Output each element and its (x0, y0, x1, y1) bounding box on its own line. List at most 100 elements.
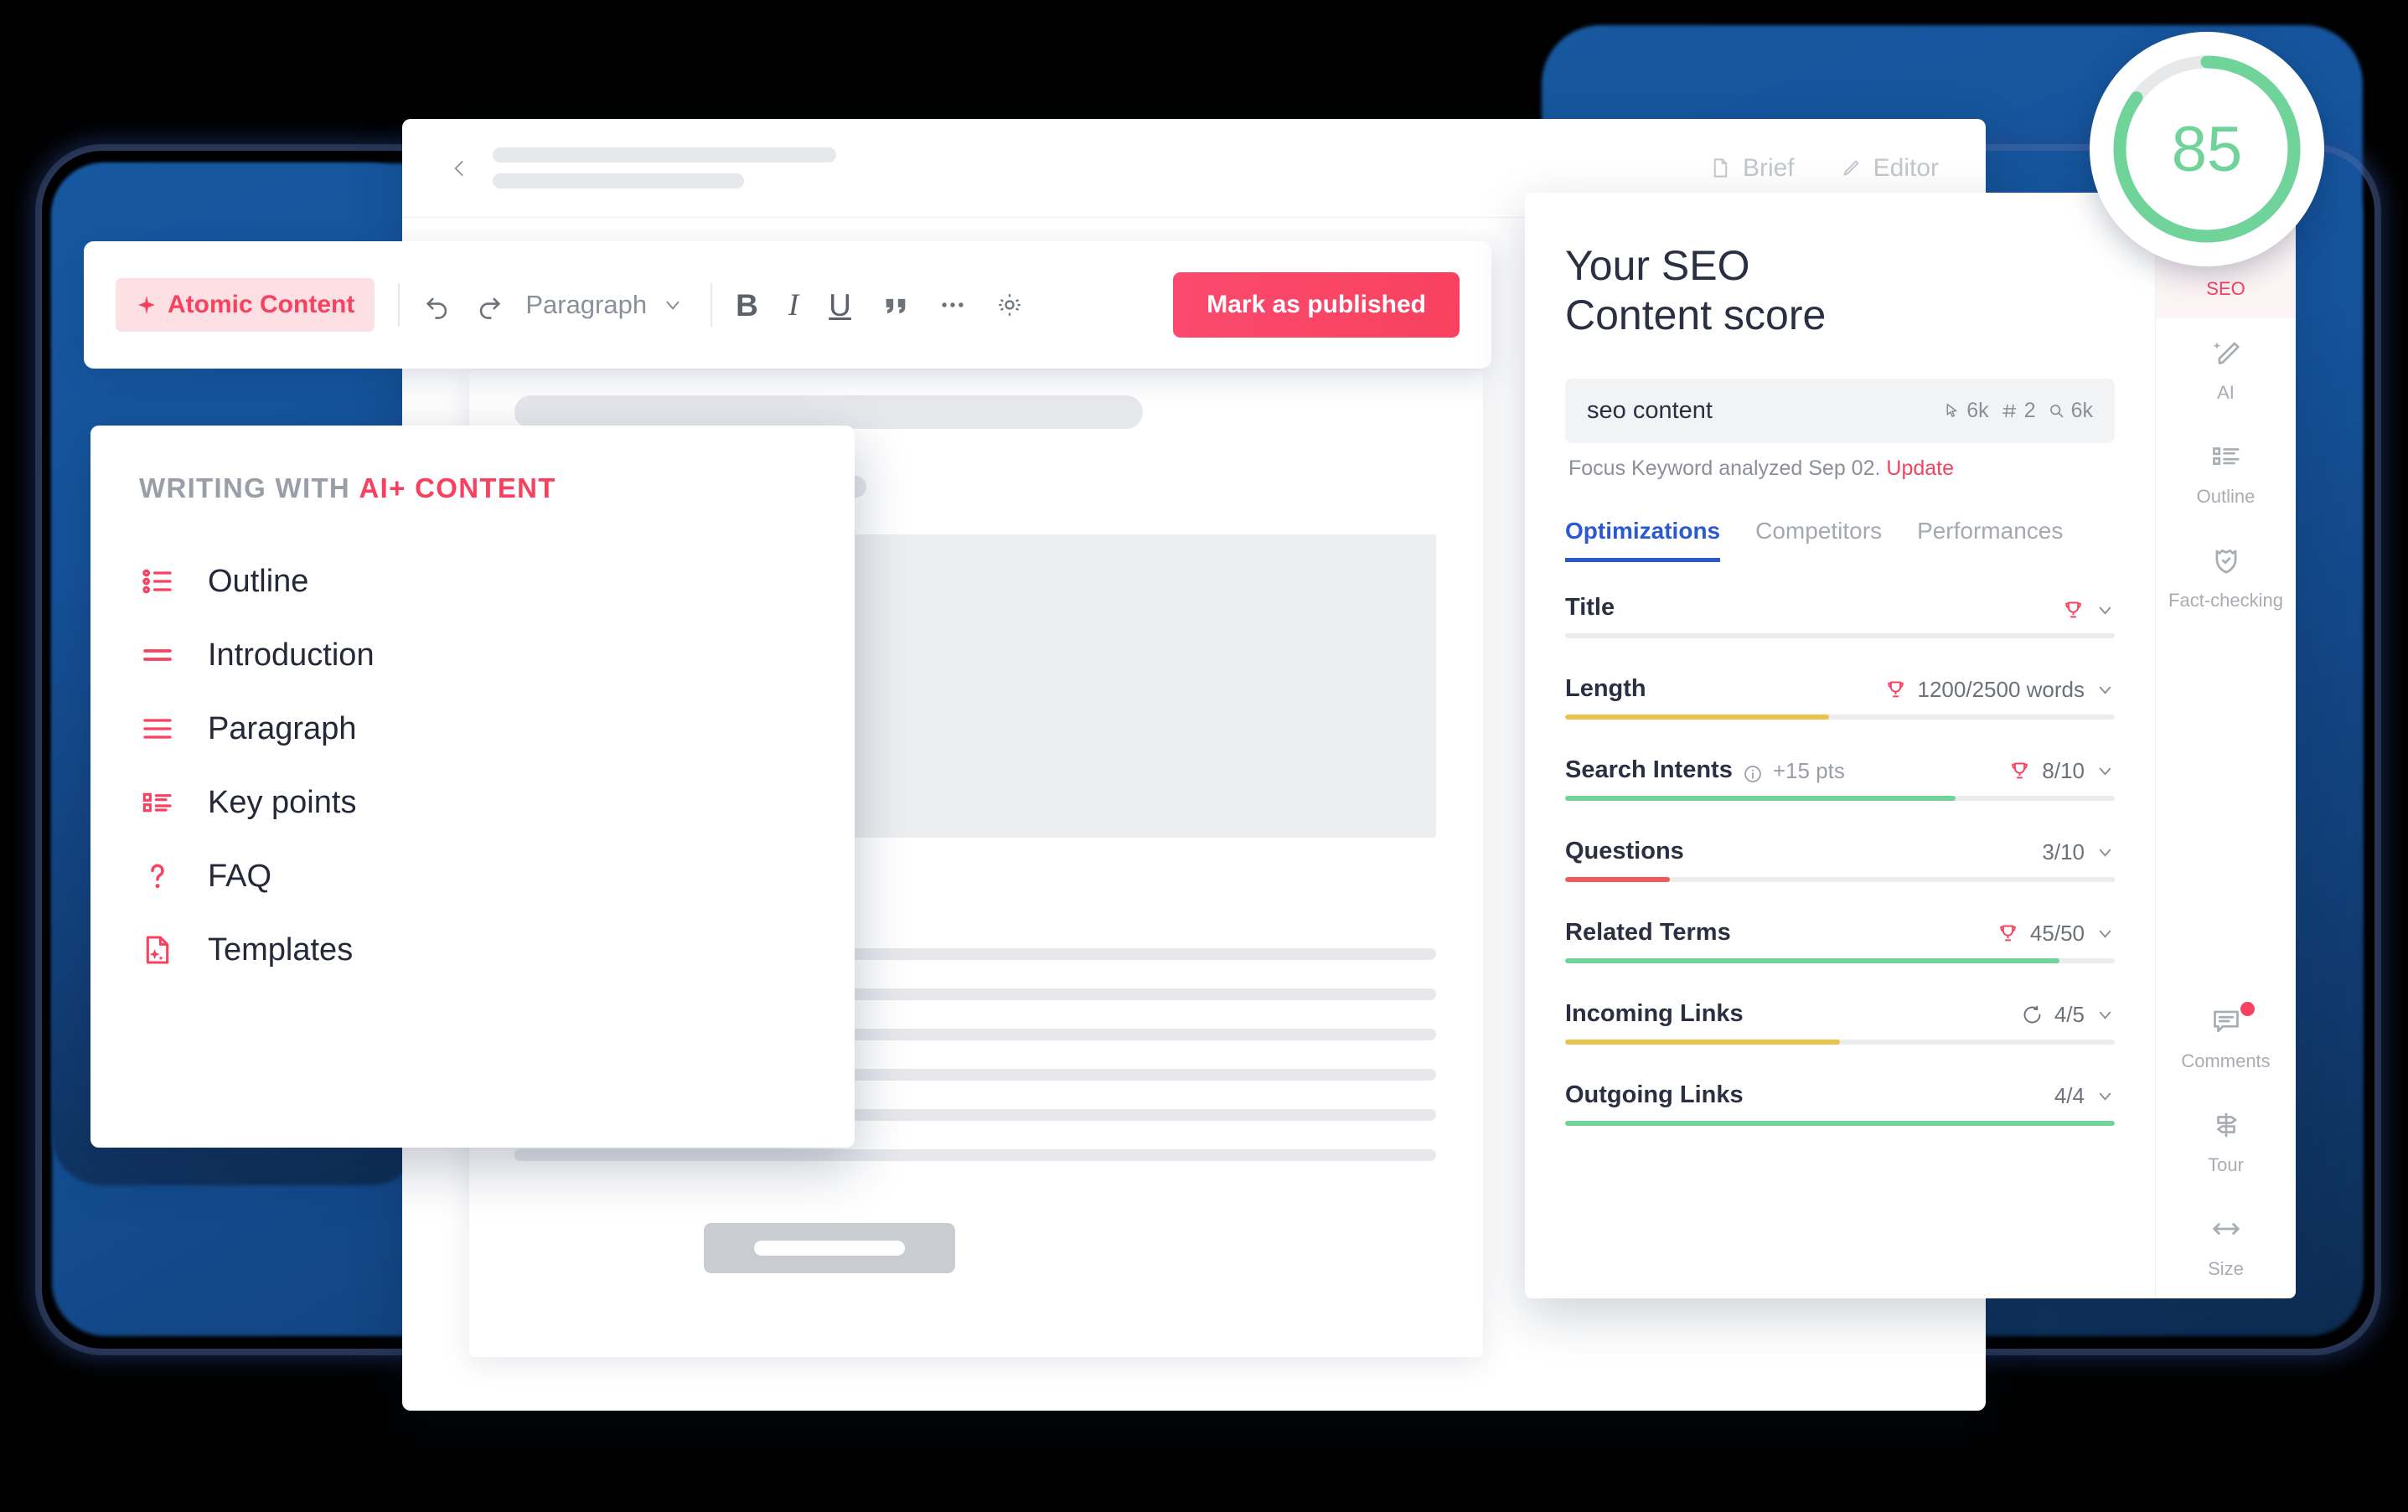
rail-item-fact-checking[interactable]: Fact-checking (2156, 526, 2297, 630)
rail-item-label: Fact-checking (2168, 590, 2283, 611)
toolbar-divider (398, 283, 400, 327)
optimization-row[interactable]: Search Intents +15 pts 8/10 (1565, 756, 2115, 801)
redo-button[interactable] (475, 291, 504, 319)
chevron-down-icon[interactable] (2095, 1086, 2115, 1106)
rail-item-size[interactable]: Size (2156, 1195, 2297, 1298)
optimization-row[interactable]: Length 1200/2500 words (1565, 675, 2115, 720)
focus-keyword-note: Focus Keyword analyzed Sep 02. Update (1568, 457, 2115, 481)
underline-label: U (829, 287, 851, 323)
optimization-row[interactable]: Incoming Links 4/5 (1565, 1000, 2115, 1045)
seo-tab-optimizations[interactable]: Optimizations (1565, 518, 1721, 562)
mark-as-published-button[interactable]: Mark as published (1173, 272, 1460, 338)
refresh-icon (2023, 1005, 2041, 1024)
seo-panel-heading: Your SEO Content score (1565, 241, 2115, 340)
chevron-left-icon[interactable] (449, 157, 471, 179)
tab-editor[interactable]: Editor (1840, 154, 1939, 183)
seo-side-rail: SEO AI Outline Fact-checking Comments Tour Siz… (2155, 193, 2296, 1298)
focus-keyword-value: seo content (1587, 397, 1713, 424)
rail-item-label: Outline (2196, 486, 2256, 507)
italic-button[interactable]: I (788, 290, 798, 321)
block-style-select[interactable]: Paragraph (525, 290, 684, 320)
gear-icon (999, 294, 1021, 316)
focus-keyword-chip[interactable]: seo content 6k 2 6k (1565, 379, 2115, 443)
seo-tab-competitors[interactable]: Competitors (1755, 518, 1882, 562)
ai-item-introduction[interactable]: Introduction (90, 618, 855, 692)
document-title-skeleton (493, 147, 836, 188)
seo-heading-line1: Your SEO (1565, 242, 1750, 289)
chevron-down-icon[interactable] (2095, 843, 2115, 862)
rail-item-label: AI (2217, 382, 2235, 403)
seo-panel: Your SEO Content score seo content 6k 2 … (1525, 193, 2296, 1298)
ai-item-label: Templates (208, 931, 354, 968)
bold-button[interactable]: B (736, 290, 758, 321)
optimization-row[interactable]: Related Terms 45/50 (1565, 919, 2115, 963)
chevron-down-icon[interactable] (2095, 924, 2115, 943)
arrows-horizontal-icon (2210, 1213, 2242, 1250)
optimization-progress-bar (1565, 958, 2115, 963)
skeleton-button (704, 1223, 955, 1273)
atomic-content-button[interactable]: Atomic Content (116, 278, 375, 332)
rail-item-ai[interactable]: AI (2156, 318, 2297, 422)
sparkle-pencil-icon (2210, 337, 2242, 374)
info-icon[interactable] (1743, 764, 1763, 784)
optimization-value: 4/5 (2054, 1002, 2085, 1027)
chevron-down-icon[interactable] (2095, 680, 2115, 699)
trophy-icon (2000, 925, 2016, 942)
skeleton-heading (514, 395, 1143, 429)
optimization-value: 8/10 (2042, 758, 2085, 783)
ellipsis-icon (942, 302, 964, 307)
seo-optimizations-list: Title Length 1200/2500 words Search Intents… (1565, 594, 2115, 1126)
ai-panel-list: Outline Introduction Paragraph Key point… (90, 544, 855, 987)
bold-label: B (736, 287, 758, 323)
chevron-down-icon[interactable] (2095, 761, 2115, 781)
keyword-stat-volume: 6k (2048, 399, 2093, 423)
keyword-stat-rank: 2 (2001, 399, 2036, 423)
rail-item-outline[interactable]: Outline (2156, 422, 2297, 526)
ai-item-paragraph[interactable]: Paragraph (90, 692, 855, 766)
ai-item-templates[interactable]: Templates (90, 913, 855, 987)
chevron-down-icon[interactable] (2095, 1005, 2115, 1024)
skeleton-line (514, 1149, 1436, 1161)
atomic-content-label: Atomic Content (168, 291, 355, 318)
optimization-value: 3/10 (2042, 839, 2085, 864)
optimization-progress-bar (1565, 1121, 2115, 1126)
seo-heading-line2: Content score (1565, 292, 1827, 338)
ai-item-outline[interactable]: Outline (90, 544, 855, 618)
undo-button[interactable] (423, 291, 452, 319)
hash-icon (2002, 404, 2016, 418)
keyword-stat-rank-value: 2 (2023, 399, 2036, 422)
underline-button[interactable]: U (829, 290, 851, 321)
ai-item-faq[interactable]: FAQ (90, 839, 855, 913)
keyword-stat-volume-value: 6k (2070, 399, 2093, 422)
three-lines-icon (139, 710, 176, 747)
settings-button[interactable] (995, 291, 1024, 319)
outline-list-icon (2210, 441, 2242, 477)
undo-arrow-icon (426, 297, 447, 319)
seo-tab-performances[interactable]: Performances (1917, 518, 2063, 562)
editor-header-tabs: Brief Editor (1709, 154, 1939, 183)
optimization-row[interactable]: Outgoing Links 4/4 (1565, 1081, 2115, 1126)
tab-brief[interactable]: Brief (1709, 154, 1795, 183)
trophy-icon (2012, 762, 2028, 779)
ai-content-panel: WRITING WITH AI+ CONTENT Outline Introdu… (90, 426, 855, 1148)
rail-item-label: SEO (2206, 278, 2245, 299)
optimization-name: Questions (1565, 838, 1684, 864)
focus-keyword-update-link[interactable]: Update (1886, 457, 1954, 480)
rail-item-comments[interactable]: Comments (2156, 987, 2297, 1091)
keyword-stat-clicks: 6k (1943, 399, 1989, 423)
seo-tabs: Optimizations Competitors Performances (1565, 518, 2115, 562)
optimization-progress-bar (1565, 633, 2115, 638)
rail-item-label: Size (2208, 1258, 2244, 1279)
rail-item-tour[interactable]: Tour (2156, 1091, 2297, 1195)
square-bullet-list-icon (139, 784, 176, 821)
optimization-name: Incoming Links (1565, 1000, 1744, 1027)
blockquote-button[interactable] (881, 291, 910, 319)
ai-item-key-points[interactable]: Key points (90, 766, 855, 839)
more-options-button[interactable] (938, 291, 967, 319)
chevron-down-icon[interactable] (2095, 601, 2115, 620)
ai-item-label: Outline (208, 563, 309, 599)
optimization-row[interactable]: Questions 3/10 (1565, 838, 2115, 882)
optimization-name: Title (1565, 594, 1615, 621)
optimization-progress-bar (1565, 796, 2115, 801)
optimization-row[interactable]: Title (1565, 594, 2115, 638)
